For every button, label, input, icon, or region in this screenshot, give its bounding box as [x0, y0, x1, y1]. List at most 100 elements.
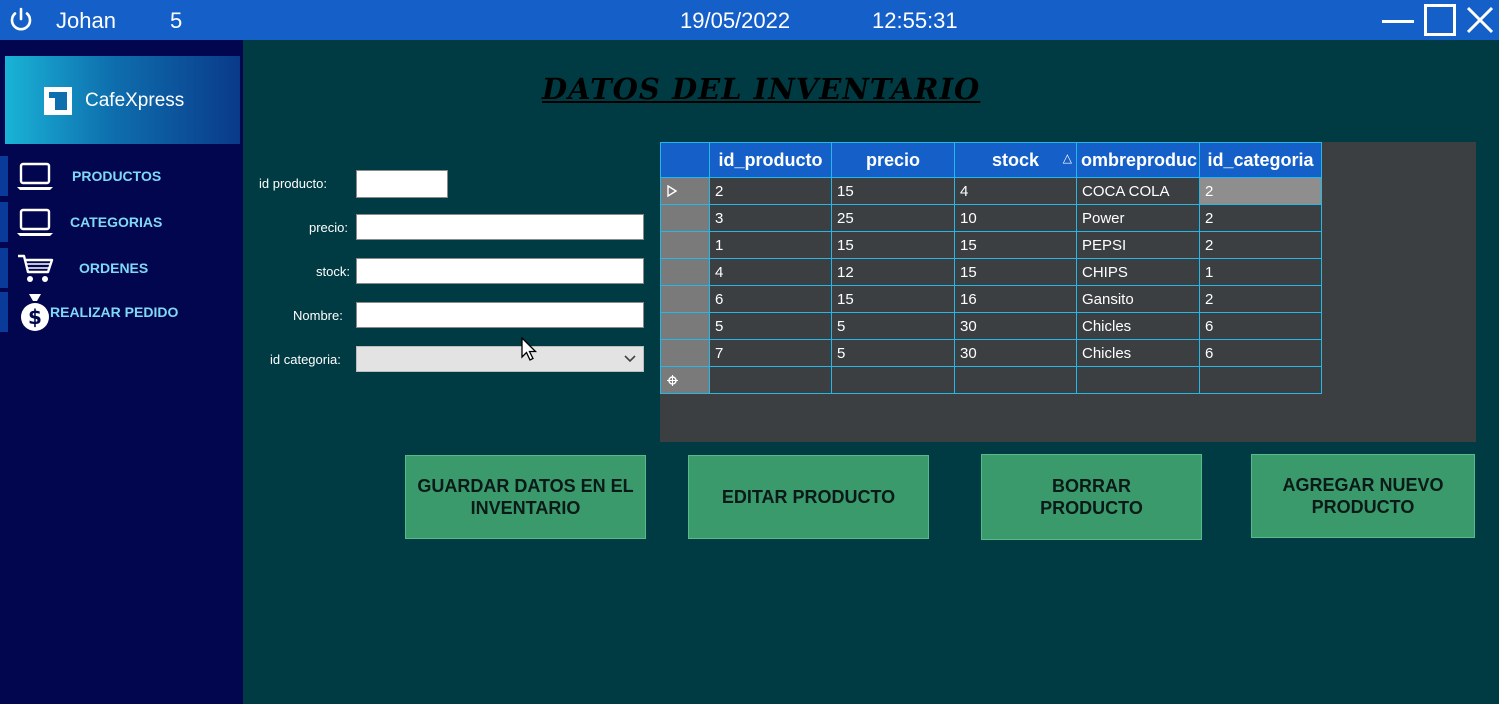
id-categoria-select[interactable]: [356, 346, 644, 372]
table-cell[interactable]: 5: [831, 312, 955, 340]
close-icon[interactable]: [1464, 4, 1496, 36]
id-producto-label: id producto:: [259, 176, 327, 191]
title-bar: Johan 5 19/05/2022 12:55:31: [0, 0, 1499, 40]
mouse-cursor-icon: [521, 337, 538, 361]
table-cell[interactable]: 30: [954, 312, 1077, 340]
stock-field[interactable]: [356, 258, 644, 284]
logo-text: CafeXpress: [85, 90, 185, 111]
table-row[interactable]: 7 5 30 Chicles 6: [660, 339, 1322, 367]
table-cell[interactable]: 3: [709, 204, 832, 232]
row-header[interactable]: [660, 204, 710, 232]
sidebar-item-indicator: [0, 202, 8, 242]
row-header[interactable]: [660, 231, 710, 259]
logo: CafeXpress: [5, 56, 240, 144]
precio-field[interactable]: [356, 214, 644, 240]
table-cell[interactable]: 1: [1199, 258, 1322, 286]
borrar-producto-button[interactable]: BORRAR PRODUCTO: [981, 454, 1202, 540]
table-row[interactable]: 6 15 16 Gansito 2: [660, 285, 1322, 313]
column-header-id-categoria[interactable]: id_categoria: [1199, 142, 1322, 178]
column-header-nombreproducto[interactable]: ombreproduc: [1076, 142, 1200, 178]
row-header[interactable]: [660, 258, 710, 286]
row-header[interactable]: [660, 312, 710, 340]
table-cell[interactable]: [1199, 366, 1322, 394]
table-cell[interactable]: 5: [709, 312, 832, 340]
table-cell[interactable]: Gansito: [1076, 285, 1200, 313]
table-cell[interactable]: 15: [954, 231, 1077, 259]
sort-ascending-icon: △: [1062, 151, 1072, 165]
row-header[interactable]: [660, 285, 710, 313]
table-cell[interactable]: 7: [709, 339, 832, 367]
laptop-icon: [17, 162, 53, 190]
sidebar-item-productos[interactable]: PRODUCTOS: [0, 156, 243, 196]
table-row[interactable]: 1 15 15 PEPSI 2: [660, 231, 1322, 259]
logo-mark-icon: [44, 87, 72, 115]
row-header-new[interactable]: [660, 366, 710, 394]
sidebar-item-label: REALIZAR PEDIDO: [50, 304, 179, 320]
table-cell[interactable]: 15: [831, 231, 955, 259]
table-cell[interactable]: 15: [831, 285, 955, 313]
agregar-nuevo-producto-button[interactable]: AGREGAR NUEVO PRODUCTO: [1251, 454, 1475, 538]
table-cell[interactable]: 25: [831, 204, 955, 232]
table-cell[interactable]: Chicles: [1076, 339, 1200, 367]
maximize-icon[interactable]: [1424, 4, 1456, 36]
table-cell[interactable]: 4: [709, 258, 832, 286]
table-cell[interactable]: [831, 366, 955, 394]
data-grid[interactable]: id_producto precio stock △ ombreproduc i…: [660, 142, 1476, 442]
table-cell[interactable]: 30: [954, 339, 1077, 367]
table-cell-selected[interactable]: 2: [1199, 177, 1322, 205]
table-cell[interactable]: 2: [1199, 285, 1322, 313]
sidebar-item-indicator: [0, 248, 8, 288]
table-cell[interactable]: COCA COLA: [1076, 177, 1200, 205]
id-categoria-label: id categoria:: [270, 352, 341, 367]
time-display: 12:55:31: [872, 8, 958, 33]
power-icon[interactable]: [8, 7, 34, 33]
table-cell[interactable]: 5: [831, 339, 955, 367]
row-header[interactable]: [660, 339, 710, 367]
table-cell[interactable]: CHIPS: [1076, 258, 1200, 286]
editar-producto-button[interactable]: EDITAR PRODUCTO: [688, 455, 929, 539]
table-cell[interactable]: 2: [709, 177, 832, 205]
current-row-arrow-icon: [667, 185, 677, 197]
table-cell[interactable]: [954, 366, 1077, 394]
table-cell[interactable]: 10: [954, 204, 1077, 232]
column-header-stock[interactable]: stock △: [954, 142, 1077, 178]
table-cell[interactable]: 6: [1199, 339, 1322, 367]
sidebar-item-label: CATEGORIAS: [70, 214, 163, 230]
table-cell[interactable]: [1076, 366, 1200, 394]
table-cell[interactable]: 15: [954, 258, 1077, 286]
sidebar-item-ordenes[interactable]: ORDENES: [0, 248, 243, 288]
svg-text:$: $: [28, 305, 42, 329]
sidebar-item-categorias[interactable]: CATEGORIAS: [0, 202, 243, 242]
table-cell[interactable]: 4: [954, 177, 1077, 205]
table-cell[interactable]: 12: [831, 258, 955, 286]
table-cell[interactable]: 2: [1199, 231, 1322, 259]
row-header-current[interactable]: [660, 177, 710, 205]
table-cell[interactable]: Chicles: [1076, 312, 1200, 340]
sidebar-item-indicator: [0, 292, 8, 332]
table-cell[interactable]: 6: [1199, 312, 1322, 340]
table-row[interactable]: 5 5 30 Chicles 6: [660, 312, 1322, 340]
table-cell[interactable]: PEPSI: [1076, 231, 1200, 259]
nombre-field[interactable]: [356, 302, 644, 328]
chevron-down-icon: [624, 355, 636, 363]
table-cell[interactable]: 16: [954, 285, 1077, 313]
column-header-precio[interactable]: precio: [831, 142, 955, 178]
table-cell[interactable]: 15: [831, 177, 955, 205]
inventory-table: id_producto precio stock △ ombreproduc i…: [660, 142, 1322, 394]
table-row[interactable]: 4 12 15 CHIPS 1: [660, 258, 1322, 286]
table-new-row[interactable]: [660, 366, 1322, 394]
precio-label: precio:: [309, 220, 349, 235]
nombre-label: Nombre:: [293, 308, 343, 323]
guardar-datos-button[interactable]: GUARDAR DATOS EN EL INVENTARIO: [405, 455, 646, 539]
table-row[interactable]: 3 25 10 Power 2: [660, 204, 1322, 232]
table-cell[interactable]: 6: [709, 285, 832, 313]
table-row[interactable]: 2 15 4 COCA COLA 2: [660, 177, 1322, 205]
column-header-id-producto[interactable]: id_producto: [709, 142, 832, 178]
table-cell[interactable]: 2: [1199, 204, 1322, 232]
table-cell[interactable]: 1: [709, 231, 832, 259]
table-cell[interactable]: Power: [1076, 204, 1200, 232]
id-producto-field[interactable]: [356, 170, 448, 198]
minimize-icon[interactable]: [1380, 4, 1416, 36]
sidebar-item-realizar-pedido[interactable]: $ REALIZAR PEDIDO: [0, 292, 243, 332]
table-cell[interactable]: [709, 366, 832, 394]
